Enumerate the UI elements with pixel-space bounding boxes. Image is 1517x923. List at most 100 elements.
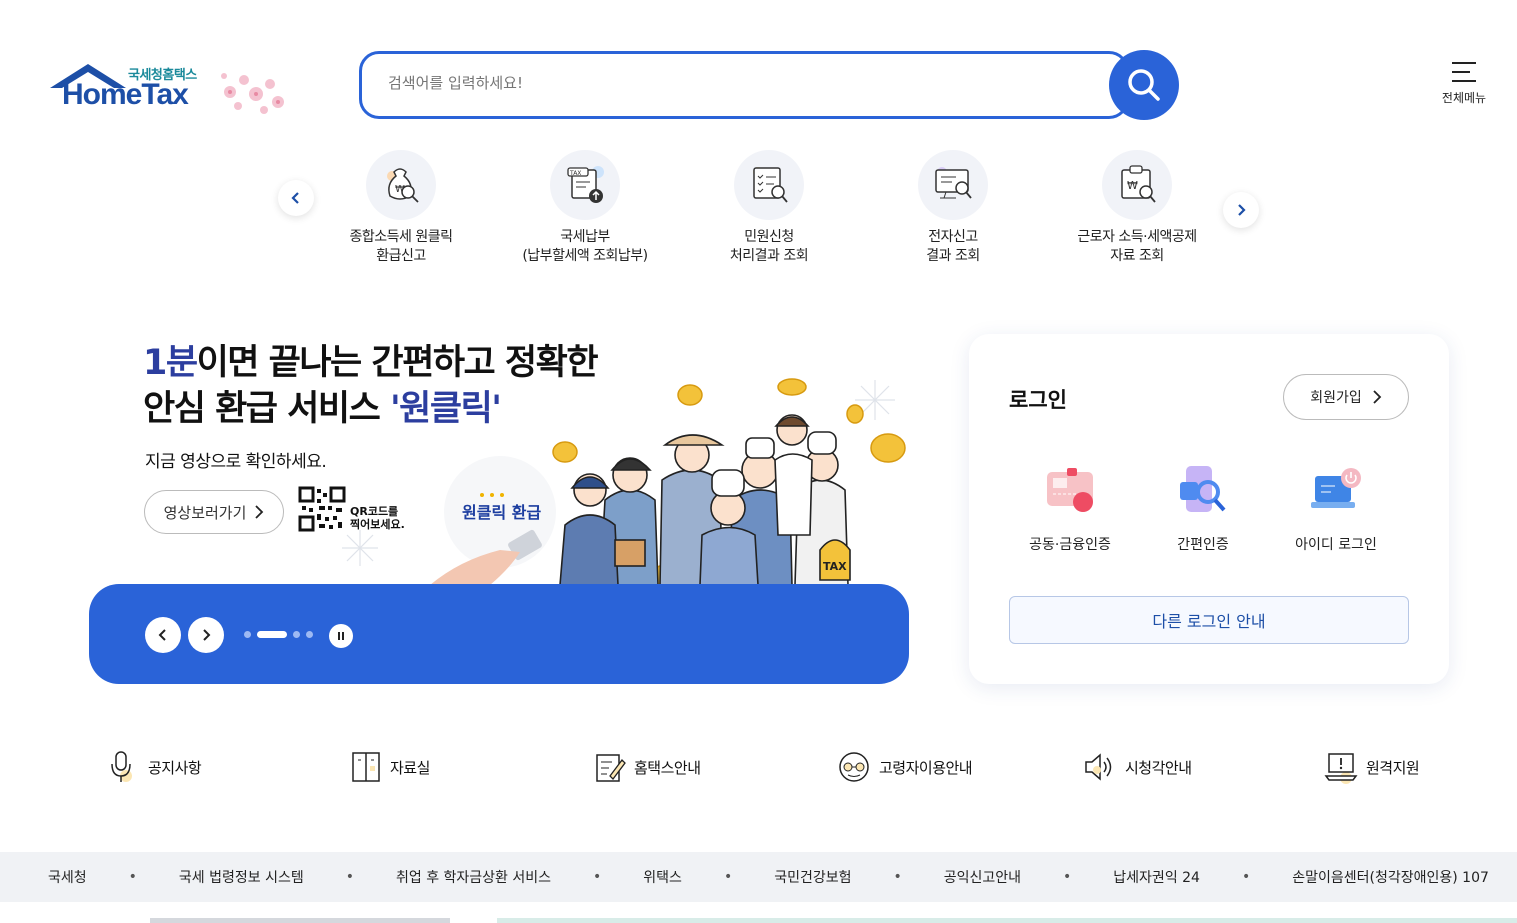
hamburger-icon bbox=[1452, 62, 1476, 82]
cabinet-icon bbox=[352, 752, 380, 782]
clipboard-search-icon: ₩ bbox=[1102, 150, 1172, 220]
footer-link[interactable]: 위택스 bbox=[643, 867, 682, 887]
login-option-label: 공동·금융인증 bbox=[1029, 537, 1111, 553]
quick-item-civil-request[interactable]: 민원신청 처리결과 조회 bbox=[679, 150, 859, 266]
all-menu-label: 전체메뉴 bbox=[1441, 91, 1487, 105]
chevron-left-icon bbox=[291, 192, 299, 204]
pagination-dot[interactable] bbox=[306, 631, 313, 638]
shortcut-label: 공지사항 bbox=[148, 758, 202, 777]
hometax-logo[interactable]: 국세청홈택스 HomeTax bbox=[48, 58, 298, 120]
chevron-left-icon bbox=[158, 629, 166, 641]
quick-item-label: 민원신청 처리결과 조회 bbox=[729, 229, 809, 264]
laptop-alert-icon bbox=[1324, 753, 1358, 784]
shortcut-label: 고령자이용안내 bbox=[879, 758, 973, 777]
footer-links: 국세청 • 국세 법령정보 시스템 • 취업 후 학자금상환 서비스 • 위택스… bbox=[0, 852, 1517, 902]
footer-link[interactable]: 취업 후 학자금상환 서비스 bbox=[396, 867, 551, 887]
watch-video-button[interactable]: 영상보러가기 bbox=[144, 490, 284, 534]
footer-separator: • bbox=[723, 869, 733, 885]
monitor-search-icon bbox=[918, 150, 988, 220]
glasses-face-icon bbox=[839, 752, 869, 782]
sparkle-icon bbox=[342, 530, 378, 566]
qr-code-icon[interactable] bbox=[298, 486, 346, 532]
illus-oneclick-label: 원클릭 환급 bbox=[462, 503, 541, 522]
tax-document-upload-icon: TAX bbox=[550, 150, 620, 220]
login-option-label: 간편인증 bbox=[1177, 537, 1229, 553]
banner-control-bar bbox=[89, 584, 909, 684]
banner-next-button[interactable] bbox=[188, 617, 224, 653]
footer-separator: • bbox=[1241, 869, 1251, 885]
login-option-simple-auth[interactable]: 간편인증 bbox=[1138, 464, 1268, 554]
footer-separator: • bbox=[893, 869, 902, 885]
banner-illustration-people-icon: 원클릭 환급 TAX bbox=[430, 378, 906, 585]
pause-icon bbox=[338, 632, 344, 640]
footer-separator: • bbox=[593, 869, 602, 885]
search-button[interactable] bbox=[1109, 50, 1179, 120]
search-icon bbox=[1128, 69, 1160, 101]
logo-title: HomeTax bbox=[62, 78, 189, 111]
search-input[interactable] bbox=[388, 74, 1078, 92]
pagination-dot[interactable] bbox=[244, 631, 251, 638]
shortcut-remote-support[interactable]: 원격지원 bbox=[1324, 750, 1420, 784]
microphone-icon bbox=[111, 751, 132, 782]
shortcut-guide[interactable]: 홈택스안내 bbox=[594, 750, 701, 784]
chevron-right-icon bbox=[203, 629, 211, 641]
certificate-card-icon bbox=[1047, 468, 1093, 512]
speaker-icon bbox=[1085, 753, 1112, 781]
svg-text:TAX: TAX bbox=[569, 170, 581, 177]
shortcut-notice[interactable]: 공지사항 bbox=[108, 750, 202, 784]
cherry-blossom-icon bbox=[221, 73, 284, 114]
money-bag-search-icon: ₩ bbox=[366, 150, 436, 220]
banner-subtitle: 지금 영상으로 확인하세요. bbox=[145, 452, 327, 472]
shortcut-senior-guide[interactable]: 고령자이용안내 bbox=[837, 750, 973, 784]
signup-button[interactable]: 회원가입 bbox=[1283, 374, 1409, 420]
shortcut-av-guide[interactable]: 시청각안내 bbox=[1083, 750, 1192, 784]
shortcut-label: 원격지원 bbox=[1366, 758, 1420, 777]
chevron-right-icon bbox=[1373, 390, 1382, 404]
shortcut-label: 홈택스안내 bbox=[634, 758, 701, 777]
document-edit-icon bbox=[596, 754, 626, 782]
footer-link[interactable]: 국세청 bbox=[48, 867, 87, 887]
shortcut-label: 시청각안내 bbox=[1125, 758, 1192, 777]
quick-menu-next-button[interactable] bbox=[1223, 192, 1259, 228]
footer-link[interactable]: 공익신고안내 bbox=[944, 867, 1021, 887]
quick-item-refund[interactable]: ₩ 종합소득세 원클릭 환급신고 bbox=[311, 150, 491, 266]
footer-link[interactable]: 국민건강보험 bbox=[774, 867, 851, 887]
phone-search-icon bbox=[1180, 466, 1226, 512]
quick-item-e-filing[interactable]: 전자신고 결과 조회 bbox=[863, 150, 1043, 266]
quick-item-worker-deduction[interactable]: ₩ 근로자 소득·세액공제 자료 조회 bbox=[1047, 150, 1227, 266]
quick-item-label: 종합소득세 원클릭 환급신고 bbox=[349, 229, 454, 264]
illus-tax-label: TAX bbox=[823, 560, 847, 573]
quick-item-label: 전자신고 결과 조회 bbox=[926, 229, 980, 264]
svg-text:₩: ₩ bbox=[1127, 179, 1138, 192]
login-panel: 로그인 회원가입 공동·금융인증 간편인증 아이디 로그인 다른 로그인 안내 bbox=[969, 334, 1449, 684]
banner-pagination bbox=[244, 631, 313, 638]
login-title: 로그인 bbox=[1009, 388, 1067, 412]
quick-item-tax-payment[interactable]: TAX 국세납부 (납부할세액 조회납부) bbox=[495, 150, 675, 266]
login-option-certificate[interactable]: 공동·금융인증 bbox=[1005, 464, 1135, 554]
footer-separator: • bbox=[345, 869, 354, 885]
quick-item-label: 국세납부 (납부할세액 조회납부) bbox=[522, 229, 648, 264]
checklist-search-icon bbox=[734, 150, 804, 220]
footer-separator: • bbox=[1063, 869, 1072, 885]
shortcut-archive[interactable]: 자료실 bbox=[350, 750, 430, 784]
footer-link[interactable]: 국세 법령정보 시스템 bbox=[179, 867, 304, 887]
footer-link[interactable]: 납세자권익 24 bbox=[1113, 867, 1200, 887]
footer-bottom-strip bbox=[0, 902, 1517, 923]
quick-menu-prev-button[interactable] bbox=[278, 180, 314, 216]
watch-video-label: 영상보러가기 bbox=[163, 503, 247, 522]
chevron-right-icon bbox=[1238, 204, 1246, 216]
banner-prev-button[interactable] bbox=[145, 617, 181, 653]
pagination-dot[interactable] bbox=[293, 631, 300, 638]
search-box bbox=[359, 51, 1129, 119]
all-menu-button[interactable]: 전체메뉴 bbox=[1436, 60, 1492, 116]
laptop-power-icon bbox=[1311, 468, 1361, 508]
chevron-right-icon bbox=[255, 505, 264, 519]
shortcut-label: 자료실 bbox=[390, 758, 430, 777]
footer-link[interactable]: 손말이음센터(청각장애인용) 107 bbox=[1292, 867, 1489, 887]
quick-item-label: 근로자 소득·세액공제 자료 조회 bbox=[1077, 229, 1197, 264]
other-login-guide-button[interactable]: 다른 로그인 안내 bbox=[1009, 596, 1409, 644]
pagination-dot-active[interactable] bbox=[257, 631, 287, 638]
banner-pause-button[interactable] bbox=[329, 624, 353, 648]
login-option-label: 아이디 로그인 bbox=[1295, 537, 1377, 553]
login-option-id[interactable]: 아이디 로그인 bbox=[1271, 464, 1401, 554]
